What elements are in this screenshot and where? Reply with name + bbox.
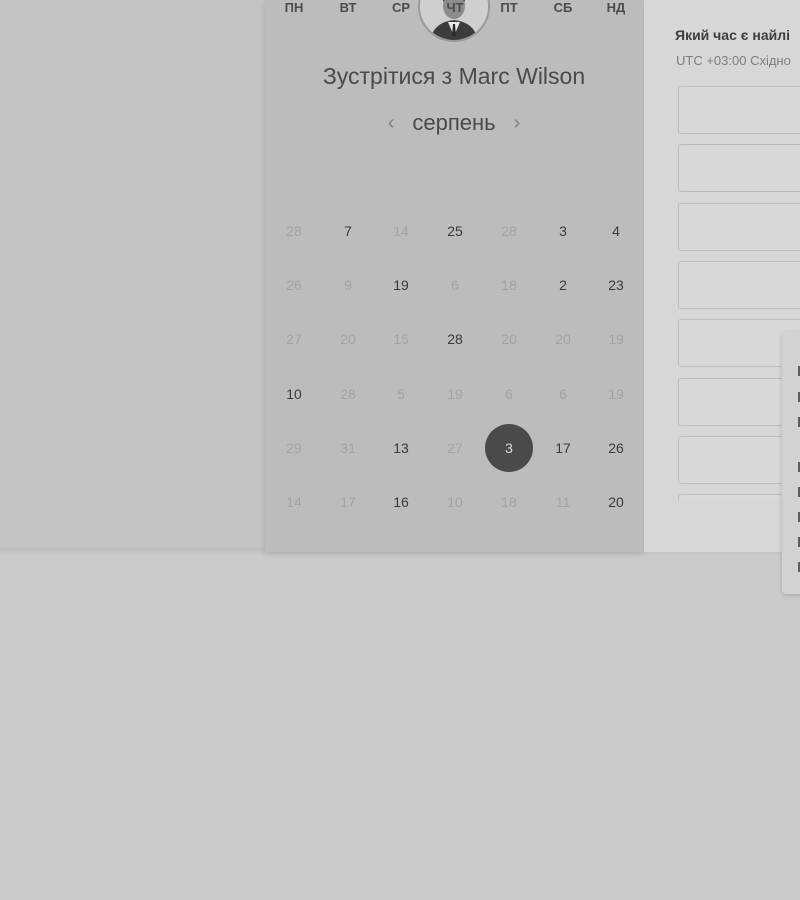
unavailable-day: 20 bbox=[501, 331, 517, 347]
unavailable-day: 19 bbox=[608, 386, 624, 402]
unavailable-day: 27 bbox=[286, 331, 302, 347]
available-day[interactable]: 4 bbox=[592, 207, 640, 255]
time-slot-list bbox=[644, 80, 800, 500]
unavailable-day: 6 bbox=[505, 386, 513, 402]
unavailable-day: 6 bbox=[559, 386, 567, 402]
available-day[interactable]: 7 bbox=[324, 207, 372, 255]
unavailable-day: 31 bbox=[340, 440, 356, 456]
unavailable-day: 14 bbox=[286, 494, 302, 510]
available-day[interactable]: 25 bbox=[431, 207, 479, 255]
unavailable-day: 19 bbox=[447, 386, 463, 402]
unavailable-day: 28 bbox=[286, 223, 302, 239]
tooltip-popup bbox=[782, 332, 800, 594]
unavailable-day: 5 bbox=[397, 386, 405, 402]
time-question: Який час є найлі bbox=[675, 27, 791, 43]
unavailable-day: 18 bbox=[501, 277, 517, 293]
month-navigator: ‹ серпень › bbox=[265, 110, 643, 136]
weekday-label: ВТ bbox=[339, 0, 357, 15]
weekday-label: ПН bbox=[284, 0, 304, 15]
unavailable-day: 9 bbox=[344, 277, 352, 293]
unavailable-day: 6 bbox=[451, 277, 459, 293]
available-day[interactable]: 2 bbox=[539, 261, 587, 309]
unavailable-day: 28 bbox=[501, 223, 517, 239]
available-day[interactable]: 10 bbox=[270, 370, 318, 418]
weekday-label: СР bbox=[391, 0, 411, 15]
unavailable-day: 14 bbox=[393, 223, 409, 239]
available-day[interactable]: 17 bbox=[539, 424, 587, 472]
selected-day[interactable]: 3 bbox=[485, 424, 533, 472]
unavailable-day: 11 bbox=[555, 494, 571, 510]
weekday-label: ЧТ bbox=[446, 0, 464, 15]
available-day[interactable]: 26 bbox=[592, 424, 640, 472]
meeting-title: Зустрітися з Marc Wilson bbox=[322, 63, 586, 89]
weekday-label: ПТ bbox=[500, 0, 518, 15]
chevron-left-icon[interactable]: ‹ bbox=[388, 112, 395, 135]
time-slot-button[interactable] bbox=[678, 86, 800, 134]
available-day[interactable]: 23 bbox=[592, 261, 640, 309]
unavailable-day: 27 bbox=[447, 440, 463, 456]
available-day[interactable]: 16 bbox=[377, 478, 425, 526]
available-day[interactable]: 13 bbox=[377, 424, 425, 472]
time-slot-button[interactable] bbox=[678, 202, 800, 251]
unavailable-day: 19 bbox=[608, 331, 624, 347]
available-day[interactable]: 3 bbox=[539, 207, 587, 255]
weekday-label: НД bbox=[606, 0, 626, 15]
month-label: серпень bbox=[412, 110, 496, 135]
weekday-label: СБ bbox=[553, 0, 573, 15]
unavailable-day: 29 bbox=[286, 440, 302, 456]
unavailable-day: 28 bbox=[340, 386, 356, 402]
time-slot-button[interactable] bbox=[678, 144, 800, 193]
available-day[interactable]: 20 bbox=[592, 478, 640, 526]
timezone-label[interactable]: UTC +03:00 Східно bbox=[676, 53, 791, 68]
unavailable-day: 20 bbox=[555, 331, 571, 347]
unavailable-day: 26 bbox=[286, 277, 302, 293]
unavailable-day: 20 bbox=[340, 331, 356, 347]
unavailable-day: 10 bbox=[447, 494, 463, 510]
available-day[interactable]: 28 bbox=[431, 315, 479, 363]
available-day[interactable]: 19 bbox=[377, 261, 425, 309]
time-slot-button[interactable] bbox=[678, 260, 800, 309]
unavailable-day: 18 bbox=[501, 494, 517, 510]
chevron-right-icon[interactable]: › bbox=[514, 112, 521, 135]
unavailable-day: 17 bbox=[340, 494, 356, 510]
unavailable-day: 15 bbox=[393, 331, 409, 347]
